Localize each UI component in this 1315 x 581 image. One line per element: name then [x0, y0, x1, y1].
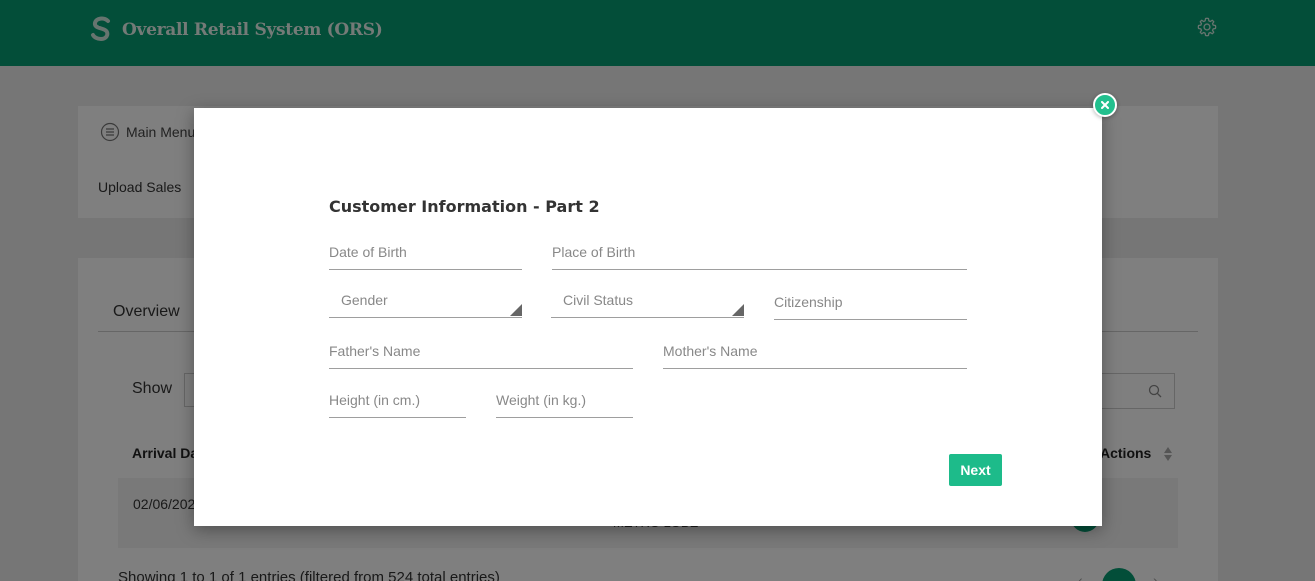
civil-status-select[interactable]: Civil Status	[551, 284, 744, 318]
dropdown-arrow-icon	[732, 304, 744, 316]
date-of-birth-placeholder: Date of Birth	[329, 244, 407, 260]
fathers-name-field[interactable]: Father's Name	[329, 335, 633, 369]
customer-info-modal: Customer Information - Part 2 Date of Bi…	[194, 108, 1102, 526]
modal-title: Customer Information - Part 2	[329, 197, 600, 216]
gender-placeholder: Gender	[341, 292, 388, 308]
height-placeholder: Height (in cm.)	[329, 392, 421, 408]
civil-status-placeholder: Civil Status	[563, 292, 634, 308]
weight-field[interactable]: Weight (in kg.)	[496, 384, 633, 418]
place-of-birth-placeholder: Place of Birth	[552, 244, 636, 260]
weight-placeholder: Weight (in kg.)	[496, 392, 586, 408]
next-button[interactable]: Next	[949, 454, 1002, 486]
place-of-birth-field[interactable]: Place of Birth	[552, 236, 967, 270]
height-field[interactable]: Height (in cm.)	[329, 384, 466, 418]
date-of-birth-field[interactable]: Date of Birth	[329, 236, 522, 270]
gender-select[interactable]: Gender	[329, 284, 522, 318]
dropdown-arrow-icon	[510, 304, 522, 316]
close-icon	[1101, 101, 1109, 109]
citizenship-field[interactable]: Citizenship	[774, 286, 967, 320]
citizenship-placeholder: Citizenship	[774, 294, 843, 310]
fathers-name-placeholder: Father's Name	[329, 343, 421, 359]
mothers-name-placeholder: Mother's Name	[663, 343, 758, 359]
modal-close-button[interactable]	[1093, 93, 1117, 117]
mothers-name-field[interactable]: Mother's Name	[663, 335, 967, 369]
